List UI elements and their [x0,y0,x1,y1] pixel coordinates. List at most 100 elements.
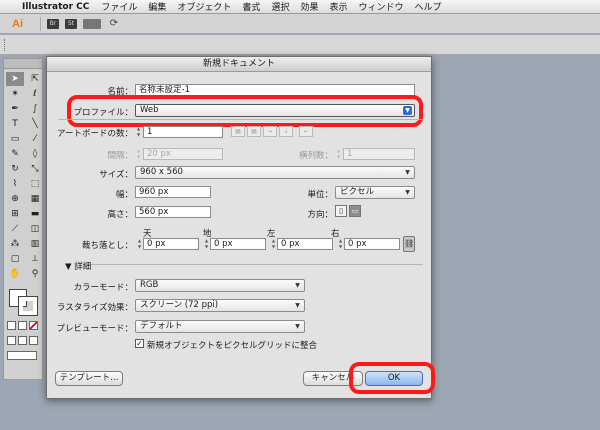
direct-selection-tool-icon[interactable]: ⇱ [26,72,44,86]
bleed-top-input[interactable]: 0 px [143,238,199,250]
menu-select[interactable]: 選択 [271,0,289,13]
lasso-tool-icon[interactable]: ℓ [26,87,44,101]
stock-button[interactable]: St [65,18,77,29]
draw-behind-icon[interactable] [18,336,27,345]
tools-panel: ➤ ⇱ ✶ ℓ ✒ ∫ T ╲ ▭ ⁄ ✎ ◊ ↻ ⤡ ⌇ ⬚ ⊕ ▦ ⊞ ▬ … [3,58,43,380]
panel-grip-icon[interactable] [4,39,6,51]
rectangle-tool-icon[interactable]: ▭ [6,132,24,146]
curvature-tool-icon[interactable]: ∫ [26,102,44,116]
eraser-tool-icon[interactable]: ◊ [26,147,44,161]
symbol-sprayer-tool-icon[interactable]: ⁂ [6,237,24,251]
landscape-icon[interactable]: ▭ [349,205,361,217]
divider [59,119,423,120]
graph-tool-icon[interactable]: ▥ [26,237,44,251]
eyedropper-tool-icon[interactable]: ⟋ [6,222,24,236]
bleed-left-stepper[interactable]: ▲ ▼ [270,238,277,250]
stroke-swatch[interactable] [18,296,38,316]
free-transform-tool-icon[interactable]: ⬚ [26,177,44,191]
bleed-right-input[interactable]: 0 px [344,238,400,250]
screen-mode-icon[interactable] [7,351,37,360]
link-bleed-icon[interactable]: ⛓ [403,236,415,252]
menu-view[interactable]: 表示 [329,0,347,13]
pen-tool-icon[interactable]: ✒ [6,102,24,116]
raster-effects-label: ラスタライズ効果： [56,303,133,313]
magic-wand-tool-icon[interactable]: ✶ [6,87,24,101]
columns-input: 1 [343,148,415,160]
units-label: 単位： [307,190,333,200]
perspective-grid-tool-icon[interactable]: ▦ [26,192,44,206]
width-tool-icon[interactable]: ⌇ [6,177,24,191]
artboards-stepper[interactable]: ▲ ▼ [135,126,142,138]
bleed-right-stepper[interactable]: ▲ ▼ [337,238,344,250]
zoom-tool-icon[interactable]: ⚲ [26,267,44,281]
artboards-input[interactable]: 1 [143,126,223,138]
advanced-label: 詳細 [74,262,92,272]
menu-window[interactable]: ウィンドウ [358,0,403,13]
rotate-tool-icon[interactable]: ↻ [6,162,24,176]
raster-effects-select[interactable]: スクリーン (72 ppi) ▼ [135,299,305,312]
fill-stroke-swatches[interactable] [7,287,41,316]
draw-normal-icon[interactable] [7,336,16,345]
illustrator-logo: Ai [12,17,23,30]
size-select[interactable]: 960 x 560 ▼ [135,166,415,179]
advanced-toggle[interactable]: ▼ 詳細 [65,260,95,272]
paintbrush-tool-icon[interactable]: ⁄ [26,132,44,146]
color-mode-icon[interactable] [7,321,16,330]
app-menu[interactable]: Illustrator CC [22,2,89,12]
menu-edit[interactable]: 編集 [148,0,166,13]
columns-label: 横列数： [298,151,333,161]
menu-object[interactable]: オブジェクト [177,0,231,13]
menu-file[interactable]: ファイル [101,0,137,13]
tools-panel-header[interactable] [4,59,42,69]
spacing-input: 20 px [143,148,223,160]
gradient-mode-icon[interactable] [18,321,27,330]
scale-tool-icon[interactable]: ⤡ [26,162,44,176]
preview-mode-select[interactable]: デフォルト ▼ [135,320,305,333]
line-tool-icon[interactable]: ╲ [26,117,44,131]
arrange-documents-icon[interactable] [83,18,101,29]
arrange-by-row-icon: → [263,126,277,137]
orientation-label: 方向： [307,210,333,220]
divider [87,264,423,265]
height-input[interactable]: 560 px [135,206,211,218]
align-pixel-grid-checkbox[interactable]: ✓ [135,339,144,348]
pencil-tool-icon[interactable]: ✎ [6,147,24,161]
selection-tool-icon[interactable]: ➤ [6,72,24,86]
bleed-top-stepper[interactable]: ▲ ▼ [136,238,143,250]
artboard-tool-icon[interactable]: ▢ [6,252,24,266]
chevron-down-icon: ▼ [295,302,300,309]
color-mode-select[interactable]: RGB ▼ [135,279,305,292]
menu-type[interactable]: 書式 [242,0,260,13]
mesh-tool-icon[interactable]: ⊞ [6,207,24,221]
gradient-tool-icon[interactable]: ▬ [26,207,44,221]
spacing-label: 間隔： [107,151,133,161]
chevron-down-icon: ▼ [295,323,300,330]
blend-tool-icon[interactable]: ◫ [26,222,44,236]
none-mode-icon[interactable] [29,321,38,330]
slice-tool-icon[interactable]: ⟂ [26,252,44,266]
color-mode-select-value: RGB [140,280,159,290]
portrait-icon[interactable]: ▯ [335,205,347,217]
width-input[interactable]: 960 px [135,186,211,198]
color-mode-label: カラーモード： [73,283,133,293]
hand-tool-icon[interactable]: ✋ [6,267,24,281]
bleed-left-input[interactable]: 0 px [277,238,333,250]
menu-effect[interactable]: 効果 [300,0,318,13]
shape-builder-tool-icon[interactable]: ⊕ [6,192,24,206]
arrange-by-column-icon: ↓ [279,126,293,137]
templates-button[interactable]: テンプレート... [55,371,123,386]
chevron-down-icon: ▼ [405,169,410,176]
bleed-bottom-stepper[interactable]: ▲ ▼ [203,238,210,250]
type-tool-icon[interactable]: T [6,117,24,131]
bridge-button[interactable]: Br [47,18,59,29]
gpu-performance-icon[interactable]: ⟳ [107,18,121,29]
size-label: サイズ： [99,170,133,180]
units-select[interactable]: ピクセル ▼ [335,186,415,199]
menu-help[interactable]: ヘルプ [415,0,442,13]
application-bar: Ai Br St ⟳ [0,14,600,34]
ok-highlight-box [349,362,435,394]
profile-highlight-box [67,95,423,127]
preview-mode-label: プレビューモード： [56,324,133,334]
bleed-bottom-input[interactable]: 0 px [210,238,266,250]
draw-inside-icon[interactable] [29,336,38,345]
